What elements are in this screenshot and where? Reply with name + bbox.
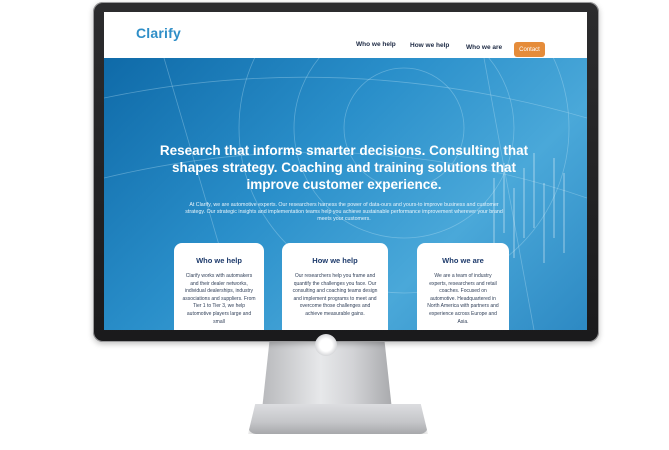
- clarify-logo[interactable]: Clarify: [136, 25, 181, 41]
- monitor-stand-base: [248, 404, 428, 434]
- card-title: Who we help: [196, 256, 242, 265]
- nav-link-who-we-help[interactable]: Who we help: [356, 41, 396, 48]
- hero-section: Research that informs smarter decisions.…: [104, 58, 587, 330]
- card-title: How we help: [312, 256, 358, 265]
- card-who-we-are[interactable]: Who we are We are a team of industry exp…: [417, 243, 509, 330]
- monitor-mockup: Clarify Who we help How we help Who we a…: [0, 0, 669, 450]
- contact-button[interactable]: Contact: [514, 42, 545, 57]
- card-body: Clarify works with automakers and their …: [182, 273, 256, 325]
- nav-link-who-we-are[interactable]: Who we are: [466, 44, 502, 51]
- card-title: Who we are: [442, 256, 484, 265]
- card-who-we-help[interactable]: Who we help Clarify works with automaker…: [174, 243, 264, 330]
- nav-link-how-we-help[interactable]: How we help: [410, 42, 449, 49]
- stand-cable-hole: [315, 334, 337, 356]
- card-how-we-help[interactable]: How we help Our researchers help you fra…: [282, 243, 388, 330]
- top-nav: Clarify Who we help How we help Who we a…: [104, 12, 587, 57]
- card-body: We are a team of industry experts, resea…: [427, 273, 499, 325]
- card-body: Our researchers help you frame and quant…: [292, 273, 378, 317]
- hero-headline: Research that informs smarter decisions.…: [159, 143, 529, 192]
- website-screen: Clarify Who we help How we help Who we a…: [104, 12, 587, 330]
- hero-description: At Clarify, we are automotive experts. O…: [185, 202, 503, 222]
